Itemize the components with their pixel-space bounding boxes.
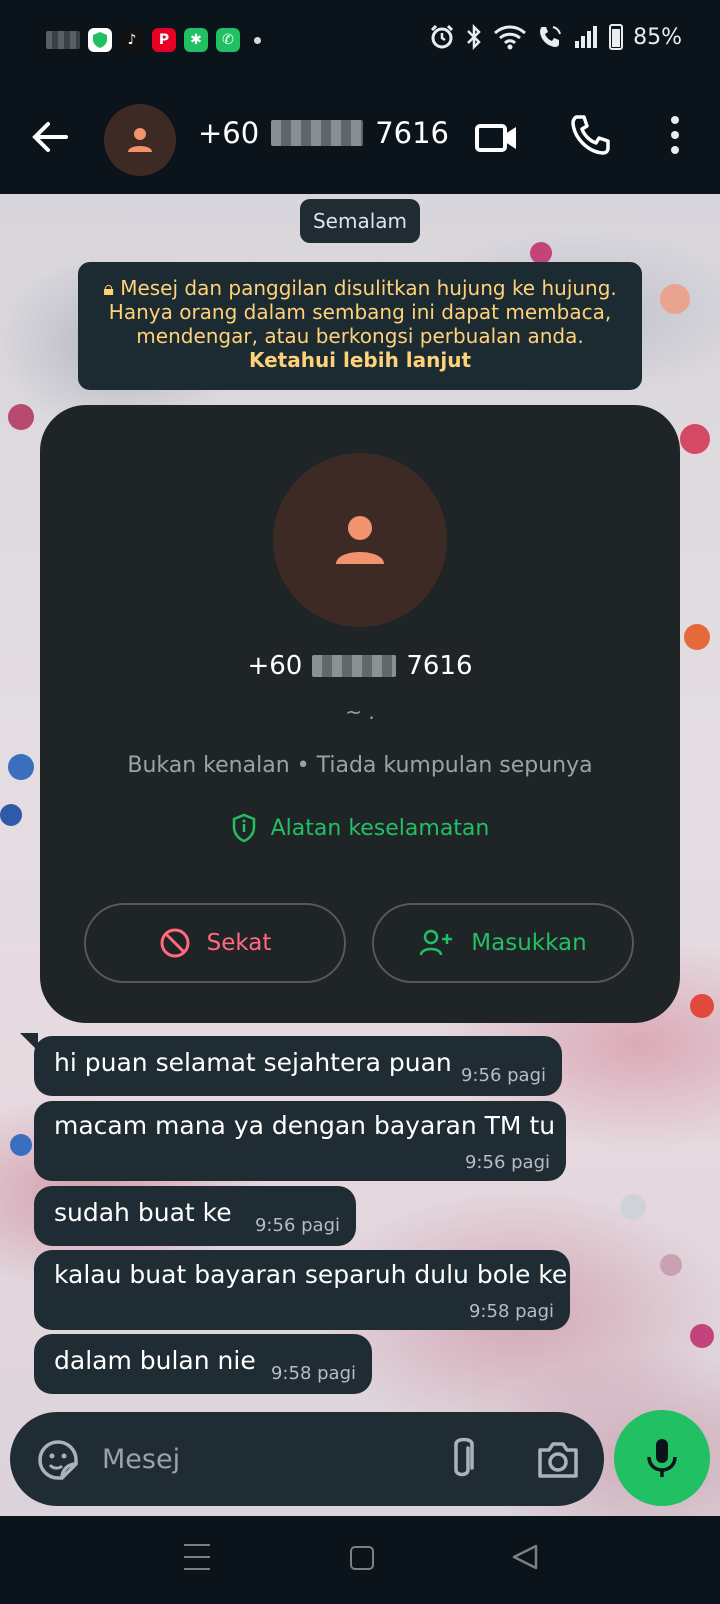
message-text: hi puan selamat sejahtera puan (54, 1048, 452, 1077)
more-options-button[interactable] (664, 112, 686, 158)
message-composer (10, 1412, 604, 1506)
card-profile-name: ~ . (345, 700, 375, 724)
message-text: dalam bulan nie (54, 1346, 256, 1375)
sticker-button[interactable] (36, 1438, 80, 1482)
encryption-notice[interactable]: 🔒︎ Mesej dan panggilan disulitkan hujung… (78, 262, 642, 390)
wifi-calling-icon (540, 26, 562, 47)
learn-more-link[interactable]: Ketahui lebih lanjut (98, 348, 622, 372)
status-bar: ♪ P ✱ ✆ 85% (0, 0, 720, 82)
bluetooth-icon (467, 24, 481, 50)
system-icons: 85% (429, 24, 682, 50)
card-subtitle: Bukan kenalan • Tiada kumpulan sepunya (127, 753, 593, 778)
message-bubble[interactable]: dalam bulan nie 9:58 pagi (34, 1334, 372, 1394)
microphone-icon (647, 1439, 677, 1477)
redacted-digits (271, 120, 364, 146)
number-prefix: +60 (198, 116, 260, 150)
sticker-icon (38, 1440, 78, 1480)
voice-call-button[interactable] (568, 112, 614, 158)
card-number: +60 7616 (40, 651, 680, 681)
date-chip: Semalam (300, 199, 420, 243)
message-text: sudah buat ke (54, 1198, 232, 1227)
add-contact-button[interactable]: Masukkan (372, 903, 634, 983)
card-number-suffix: 7616 (406, 651, 473, 681)
back-arrow-icon (32, 122, 68, 152)
contact-name[interactable]: +60 7616 (198, 116, 449, 150)
unknown-contact-card: +60 7616 ~ . Bukan kenalan • Tiada kumpu… (40, 405, 680, 1023)
battery-percent: 85% (633, 24, 682, 50)
message-time: 9:56 pagi (460, 1065, 546, 1086)
video-call-button[interactable] (474, 114, 520, 160)
system-back-button[interactable] (510, 1542, 540, 1572)
tiktok-icon: ♪ (120, 28, 144, 52)
video-call-icon (475, 124, 516, 152)
more-vert-icon (671, 116, 679, 124)
security-app-icon (88, 28, 112, 52)
phone-call-icon (571, 115, 610, 155)
notification-icons: ♪ P ✱ ✆ (46, 28, 261, 52)
recents-button[interactable] (184, 1544, 210, 1570)
voice-message-button[interactable] (614, 1410, 710, 1506)
person-icon (336, 516, 384, 564)
carrier-icon (46, 31, 80, 49)
home-button[interactable] (350, 1546, 374, 1570)
block-label: Sekat (206, 930, 272, 956)
more-notifications-icon (254, 36, 261, 44)
camera-button[interactable] (534, 1438, 582, 1482)
system-nav-bar (0, 1516, 720, 1604)
message-input[interactable] (102, 1434, 422, 1484)
message-text: kalau buat bayaran separuh dulu bole ke (54, 1260, 568, 1289)
block-icon (160, 928, 190, 958)
person-icon (128, 128, 152, 152)
card-avatar (273, 453, 447, 627)
lock-icon: 🔒︎ (103, 276, 121, 300)
paperclip-icon (454, 1437, 474, 1477)
add-label: Masukkan (471, 930, 587, 956)
app-icon: ✱ (184, 28, 208, 52)
safety-tools-link[interactable]: Alatan keselamatan (40, 813, 680, 843)
message-bubble[interactable]: kalau buat bayaran separuh dulu bole ke … (34, 1250, 570, 1330)
encryption-text: Mesej dan panggilan disulitkan hujung ke… (108, 276, 617, 348)
contact-avatar[interactable] (104, 104, 176, 176)
message-time: 9:58 pagi (468, 1301, 554, 1322)
message-bubble[interactable]: sudah buat ke 9:56 pagi (34, 1186, 356, 1246)
message-text: macam mana ya dengan bayaran TM tu (54, 1111, 556, 1140)
card-number-prefix: +60 (247, 651, 303, 681)
wifi-icon (494, 25, 527, 50)
alarm-icon (431, 24, 454, 49)
phone-app-icon: ✆ (216, 28, 240, 52)
redacted-digits (312, 655, 397, 677)
attach-button[interactable] (442, 1434, 482, 1484)
number-suffix: 7616 (375, 116, 450, 150)
safety-tools-label: Alatan keselamatan (270, 815, 490, 841)
battery-icon (609, 24, 624, 50)
back-button[interactable] (26, 112, 76, 162)
message-time: 9:58 pagi (270, 1363, 356, 1384)
pinterest-icon: P (152, 28, 176, 52)
block-button[interactable]: Sekat (84, 903, 346, 983)
message-time: 9:56 pagi (254, 1215, 340, 1236)
signal-icon (575, 26, 598, 48)
camera-icon (538, 1442, 578, 1478)
shield-icon (232, 813, 255, 843)
add-person-icon (420, 929, 453, 956)
message-bubble[interactable]: macam mana ya dengan bayaran TM tu 9:56 … (34, 1101, 566, 1181)
message-time: 9:56 pagi (464, 1152, 550, 1173)
message-bubble[interactable]: hi puan selamat sejahtera puan 9:56 pagi (34, 1036, 562, 1096)
chat-header: +60 7616 (0, 82, 720, 194)
back-triangle-icon (512, 1544, 538, 1570)
